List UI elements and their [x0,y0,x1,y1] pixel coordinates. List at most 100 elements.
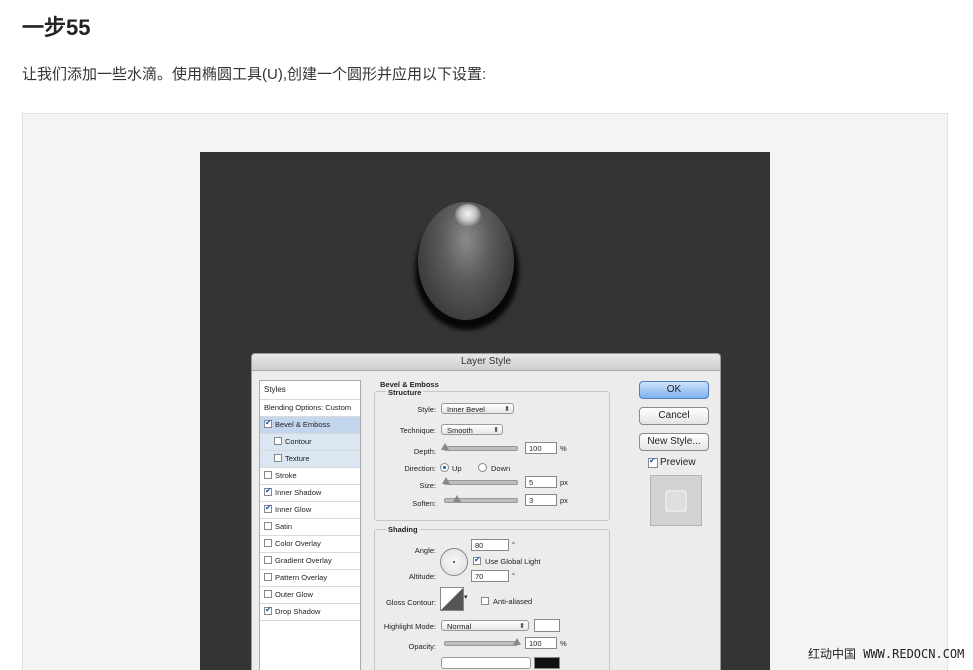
style-item-checkbox[interactable] [274,454,282,463]
size-slider-thumb[interactable] [442,477,451,484]
article-intro: 让我们添加一些水滴。使用椭圆工具(U),创建一个圆形并应用以下设置: [22,66,487,83]
style-item-label: Outer Glow [275,590,313,599]
style-item-color-overlay[interactable]: Color Overlay [260,536,360,553]
opacity-field[interactable]: 100 [525,637,557,649]
style-item-drop-shadow[interactable]: Drop Shadow [260,604,360,621]
angle-dial-center [453,561,455,563]
dialog-title: Layer Style [252,354,720,371]
photoshop-canvas: Layer Style Styles Blending Options: Cus… [200,152,770,670]
style-item-checkbox[interactable] [264,471,272,480]
style-item-label: Drop Shadow [275,607,321,616]
anti-aliased-checkbox[interactable] [481,597,489,605]
altitude-unit: ° [512,571,515,580]
preview-checkbox[interactable] [648,458,658,468]
style-item-label: Blending Options: Custom [264,403,352,412]
style-item-contour[interactable]: Contour [260,434,360,451]
style-item-checkbox[interactable] [264,607,272,616]
depth-unit: % [560,444,567,453]
style-item-label: Inner Glow [275,505,312,514]
style-item-checkbox[interactable] [264,590,272,599]
gloss-contour-dropdown-icon[interactable]: ▾ [464,593,468,601]
size-label: Size: [419,481,436,490]
angle-unit: ° [512,540,515,549]
style-select[interactable]: Inner Bevel [441,403,514,415]
style-item-texture[interactable]: Texture [260,451,360,468]
style-item-checkbox[interactable] [264,573,272,582]
style-item-bevel-emboss[interactable]: Bevel & Emboss [260,417,360,434]
new-style-button[interactable]: New Style... [639,433,709,451]
style-item-label: Contour [285,437,312,446]
technique-select[interactable]: Smooth [441,424,503,436]
depth-field[interactable]: 100 [525,442,557,454]
styles-header[interactable]: Styles [260,381,360,400]
technique-label: Technique: [399,426,436,435]
opacity-slider[interactable] [444,638,521,646]
layer-style-dialog: Layer Style Styles Blending Options: Cus… [251,353,721,670]
opacity-label: Opacity: [408,642,436,651]
tutorial-figure: Layer Style Styles Blending Options: Cus… [22,113,948,670]
style-item-pattern-overlay[interactable]: Pattern Overlay [260,570,360,587]
style-item-outer-glow[interactable]: Outer Glow [260,587,360,604]
style-item-inner-shadow[interactable]: Inner Shadow [260,485,360,502]
highlight-mode-label: Highlight Mode: [383,622,436,631]
direction-up-radio[interactable] [440,463,449,472]
styles-list: Styles Blending Options: Custom Bevel & E… [259,380,361,670]
shadow-mode-select[interactable] [441,657,531,669]
style-item-checkbox[interactable] [274,437,282,446]
site-watermark: 红动中国 WWW.REDOCN.COM [808,647,965,661]
soften-field[interactable]: 3 [525,494,557,506]
style-item-label: Satin [275,522,293,531]
style-label: Style: [417,405,436,414]
anti-aliased-label: Anti-aliased [493,597,533,606]
soften-slider[interactable] [444,495,518,503]
highlight-color-swatch[interactable] [534,619,560,632]
style-item-label: Gradient Overlay [275,556,332,565]
gloss-contour-swatch[interactable] [440,587,464,611]
style-item-label: Inner Shadow [275,488,322,497]
style-item-label: Pattern Overlay [275,573,328,582]
style-item-satin[interactable]: Satin [260,519,360,536]
global-light-checkbox[interactable] [473,557,481,565]
soften-unit: px [560,496,568,505]
highlight-mode-select[interactable]: Normal [441,620,529,632]
shadow-color-swatch[interactable] [534,657,560,669]
angle-label: Angle: [414,546,436,555]
cancel-button[interactable]: Cancel [639,407,709,425]
style-item-checkbox[interactable] [264,505,272,514]
opacity-unit: % [560,639,567,648]
soften-label: Soften: [412,499,436,508]
style-item-checkbox[interactable] [264,522,272,531]
size-slider[interactable] [442,477,518,485]
style-preview [650,475,702,526]
gloss-contour-label: Gloss Contour: [385,598,436,607]
article-heading: 一步55 [22,15,91,40]
style-item-checkbox[interactable] [264,556,272,565]
opacity-slider-thumb[interactable] [513,638,521,645]
direction-down-label: Down [491,464,511,473]
angle-field[interactable]: 80 [471,539,509,551]
direction-up-label: Up [452,464,462,473]
global-light-label: Use Global Light [485,557,541,566]
soften-slider-thumb[interactable] [453,495,462,502]
style-item-gradient-overlay[interactable]: Gradient Overlay [260,553,360,570]
style-item-blending-options-custom[interactable]: Blending Options: Custom [260,400,360,417]
style-item-stroke[interactable]: Stroke [260,468,360,485]
direction-down-radio[interactable] [478,463,487,472]
style-item-checkbox[interactable] [264,420,272,429]
ok-button[interactable]: OK [639,381,709,399]
depth-label: Depth: [413,447,436,456]
gloss-contour-curve-icon [441,588,463,610]
structure-title: Structure [386,388,424,397]
direction-label: Direction: [404,464,436,473]
depth-slider-thumb[interactable] [441,443,449,450]
angle-dial[interactable] [440,548,468,576]
style-item-inner-glow[interactable]: Inner Glow [260,502,360,519]
style-preview-swatch [665,490,687,512]
depth-slider[interactable] [441,443,518,451]
style-item-checkbox[interactable] [264,539,272,548]
size-unit: px [560,478,568,487]
altitude-field[interactable]: 70 [471,570,509,582]
size-field[interactable]: 5 [525,476,557,488]
water-drop-highlight [455,204,481,226]
style-item-checkbox[interactable] [264,488,272,497]
